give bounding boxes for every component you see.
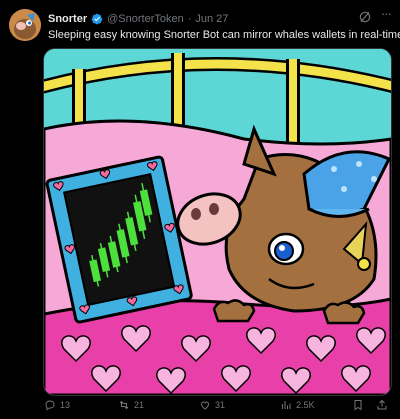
views-button[interactable]: 2.5K — [280, 398, 315, 412]
tweet-date[interactable]: Jun 27 — [195, 13, 228, 25]
avatar-image — [9, 9, 41, 41]
repost-button[interactable]: 21 — [118, 398, 144, 412]
tweet[interactable]: Snorter @SnorterToken · Jun 27 ··· Sleep… — [0, 0, 400, 419]
action-bar: 13 21 31 2.5K — [44, 398, 394, 412]
views-icon — [282, 401, 291, 409]
tweet-text: Sleeping easy knowing Snorter Bot can mi… — [48, 29, 400, 41]
author-avatar[interactable] — [9, 9, 41, 41]
like-count: 31 — [215, 400, 226, 410]
media-illustration — [44, 49, 391, 395]
more-options-button[interactable]: ··· — [378, 6, 394, 22]
author-handle[interactable]: @SnorterToken — [107, 13, 184, 25]
verified-badge-icon — [91, 13, 103, 25]
author-name[interactable]: Snorter — [48, 13, 87, 25]
repost-icon — [119, 400, 129, 410]
reply-button[interactable]: 13 — [44, 398, 70, 412]
share-icon — [377, 399, 387, 410]
like-button[interactable]: 31 — [199, 398, 225, 412]
tweet-header: Snorter @SnorterToken · Jun 27 — [48, 11, 360, 27]
heart-icon — [200, 401, 210, 410]
reply-count: 13 — [60, 400, 71, 410]
views-count: 2.5K — [296, 400, 315, 410]
bookmark-button[interactable] — [352, 398, 364, 412]
bookmark-icon — [354, 400, 362, 411]
share-button[interactable] — [376, 398, 388, 412]
grok-icon[interactable] — [358, 10, 372, 24]
repost-count: 21 — [134, 400, 145, 410]
tweet-media[interactable] — [43, 48, 392, 396]
separator: · — [187, 13, 192, 25]
reply-icon — [45, 400, 55, 411]
